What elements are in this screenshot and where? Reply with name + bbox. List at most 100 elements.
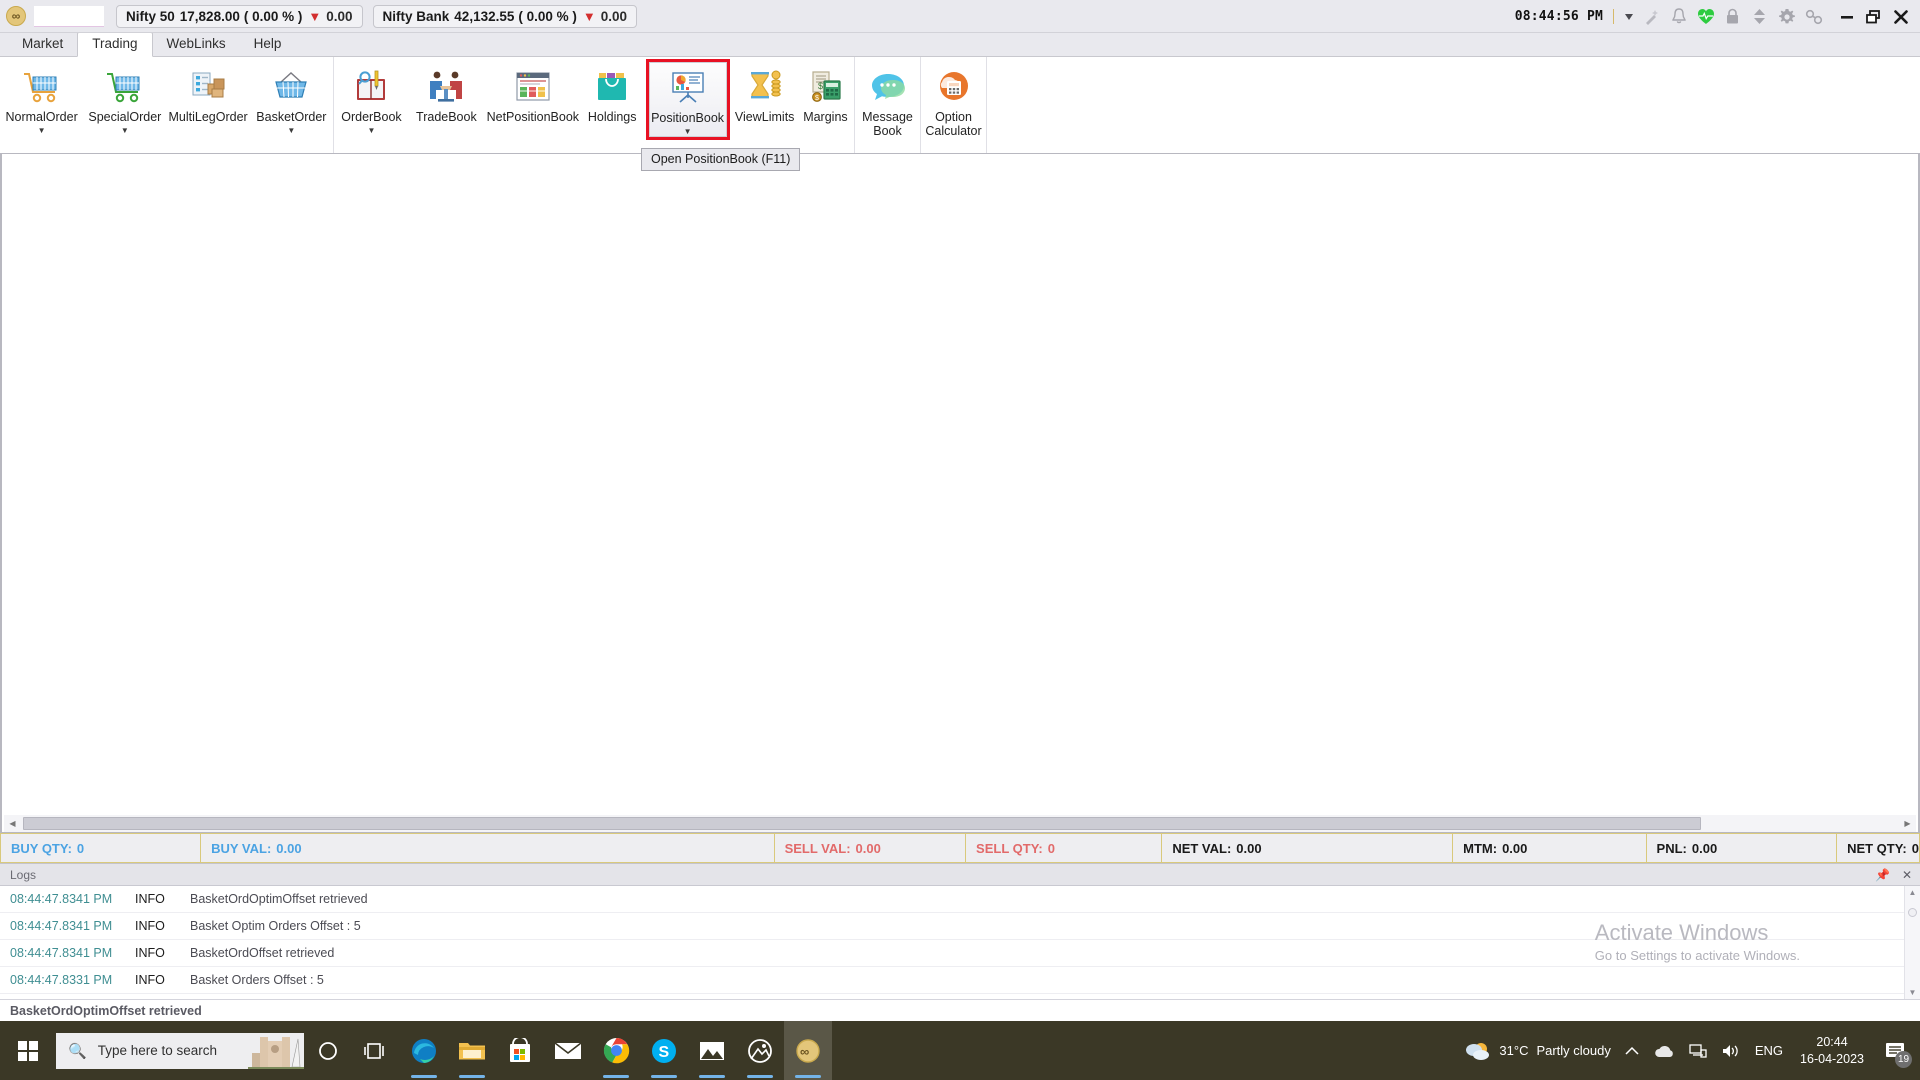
ribbon-button-positionbook[interactable]: PositionBook ▼ — [648, 62, 727, 137]
title-search-input[interactable] — [34, 5, 104, 27]
multileg-icon — [187, 66, 229, 108]
index-change: 0.00 — [326, 8, 353, 24]
taskbar-app-file-explorer[interactable] — [448, 1021, 496, 1080]
ribbon-button-holdings[interactable]: Holdings — [582, 62, 643, 125]
logs-vertical-scrollbar[interactable]: ▲ ▼ — [1904, 886, 1920, 999]
taskbar-app-microsoft-store[interactable] — [496, 1021, 544, 1080]
taskbar-app-task-view[interactable] — [352, 1021, 400, 1080]
updown-arrows-icon[interactable] — [1746, 4, 1773, 30]
windows-start-icon[interactable] — [0, 1021, 56, 1080]
taskbar-app-paint[interactable] — [736, 1021, 784, 1080]
chevron-down-icon[interactable]: ▼ — [368, 126, 376, 135]
system-tray: 31°C Partly cloudy ENG 20:44 16-04-2023 … — [1457, 1021, 1920, 1080]
ribbon-button-basketorder[interactable]: BasketOrder ▼ — [250, 62, 333, 135]
ribbon-button-label: Holdings — [587, 110, 637, 124]
svg-text:∞: ∞ — [800, 1044, 809, 1059]
taskbar-app-chrome[interactable] — [592, 1021, 640, 1080]
logs-list[interactable]: 08:44:47.8341 PM INFO BasketOrdOptimOffs… — [0, 886, 1920, 999]
ribbon-button-margins[interactable]: $ $ Margins — [797, 62, 854, 125]
ribbon-button-label: Message Book — [862, 110, 913, 138]
app-clock: 08:44:56 PM — [1515, 9, 1614, 24]
logs-panel-header: Logs 📌 ✕ — [0, 864, 1920, 886]
running-indicator — [651, 1075, 677, 1078]
taskbar-app-trading-app[interactable]: ∞ — [784, 1021, 832, 1080]
magic-wand-icon[interactable] — [1638, 4, 1665, 30]
log-row[interactable]: 08:44:47.8331 PM INFO Basket Orders Offs… — [0, 967, 1920, 994]
action-center-icon[interactable]: 19 — [1874, 1021, 1916, 1080]
chevron-down-icon[interactable]: ▼ — [121, 126, 129, 135]
chevron-down-icon[interactable] — [1620, 4, 1638, 30]
title-bar: ∞ Nifty 50 17,828.00 ( 0.00 % ) ▼ 0.00 N… — [0, 0, 1920, 33]
taskbar-app-photos[interactable] — [688, 1021, 736, 1080]
log-row[interactable]: 08:44:47.8341 PM INFO BasketOrdOptimOffs… — [0, 886, 1920, 913]
taskbar-app-mail[interactable] — [544, 1021, 592, 1080]
chevron-down-icon[interactable]: ▼ — [38, 126, 46, 135]
bell-icon[interactable] — [1665, 4, 1692, 30]
taskbar-app-cortana[interactable] — [304, 1021, 352, 1080]
log-level: INFO — [135, 892, 165, 906]
volume-icon[interactable] — [1714, 1021, 1748, 1080]
summary-value: 0.00 — [1236, 840, 1262, 856]
scroll-up-icon[interactable]: ▲ — [1909, 888, 1917, 897]
tab-trading[interactable]: Trading — [77, 32, 153, 57]
ribbon-button-normalorder[interactable]: NormalOrder ▼ — [0, 62, 83, 135]
logs-panel-actions: 📌 ✕ — [1875, 864, 1912, 886]
close-icon[interactable]: ✕ — [1902, 868, 1912, 882]
taskbar-clock[interactable]: 20:44 16-04-2023 — [1790, 1021, 1874, 1080]
log-message: BasketOrdOptimOffset retrieved — [190, 892, 368, 906]
gear-icon[interactable] — [1773, 4, 1800, 30]
heartbeat-icon[interactable] — [1692, 4, 1719, 30]
taskbar-app-skype[interactable]: S — [640, 1021, 688, 1080]
log-row[interactable]: 08:44:47.8341 PM INFO BasketOrdOffset re… — [0, 940, 1920, 967]
index-chip-nifty50[interactable]: Nifty 50 17,828.00 ( 0.00 % ) ▼ 0.00 — [116, 4, 363, 28]
chevron-down-icon[interactable]: ▼ — [287, 126, 295, 135]
index-percent: ( 0.00 % ) — [518, 8, 577, 24]
lock-icon[interactable] — [1719, 4, 1746, 30]
log-row[interactable]: 08:44:47.8341 PM INFO Basket Optim Order… — [0, 913, 1920, 940]
index-chip-niftybank[interactable]: Nifty Bank 42,132.55 ( 0.00 % ) ▼ 0.00 — [372, 4, 638, 28]
tab-weblinks[interactable]: WebLinks — [153, 33, 240, 56]
scroll-thumb[interactable] — [23, 817, 1701, 830]
ribbon-button-multilegorder[interactable]: MultiLegOrder — [167, 62, 250, 125]
tab-help[interactable]: Help — [240, 33, 296, 56]
onedrive-cloud-icon[interactable] — [1646, 1021, 1682, 1080]
tab-market[interactable]: Market — [8, 33, 77, 56]
restore-icon[interactable] — [1860, 4, 1887, 30]
minimize-icon[interactable] — [1833, 4, 1860, 30]
taskbar-app-edge[interactable] — [400, 1021, 448, 1080]
tray-chevron-up-icon[interactable] — [1618, 1021, 1646, 1080]
summary-label: NET QTY: — [1847, 840, 1907, 856]
scroll-right-icon[interactable]: ▶ — [1899, 815, 1916, 832]
ribbon-button-messagebook[interactable]: Message Book — [855, 62, 920, 138]
ribbon-button-label: Margins — [803, 110, 848, 124]
close-icon[interactable] — [1887, 4, 1914, 30]
chevron-down-icon[interactable]: ▼ — [684, 127, 692, 136]
log-message: Basket Optim Orders Offset : 5 — [190, 919, 361, 933]
positionbook-icon — [667, 67, 709, 109]
ribbon-button-orderbook[interactable]: OrderBook ▼ — [334, 62, 409, 135]
index-change: 0.00 — [600, 8, 628, 24]
scroll-track[interactable] — [21, 815, 1899, 832]
link-icon[interactable] — [1800, 4, 1827, 30]
logs-title: Logs — [10, 867, 37, 882]
scroll-thumb[interactable] — [1908, 908, 1917, 917]
taskbar-search-input[interactable]: 🔍 Type here to search — [56, 1032, 304, 1069]
weather-widget[interactable]: 31°C Partly cloudy — [1457, 1021, 1617, 1080]
ribbon-button-optioncalculator[interactable]: Option Calculator — [921, 62, 986, 138]
svg-text:S: S — [659, 1044, 670, 1061]
pin-icon[interactable]: 📌 — [1875, 868, 1890, 882]
scroll-down-icon[interactable]: ▼ — [1909, 988, 1917, 997]
ribbon-button-label: TradeBook — [416, 110, 477, 124]
running-indicator — [459, 1075, 485, 1078]
network-icon[interactable] — [1682, 1021, 1714, 1080]
ribbon-button-netpositionbook[interactable]: NetPositionBook — [484, 62, 582, 125]
ribbon-button-specialorder[interactable]: SpecialOrder ▼ — [83, 62, 166, 135]
language-indicator[interactable]: ENG — [1748, 1021, 1790, 1080]
ribbon-button-viewlimits[interactable]: ViewLimits — [733, 62, 797, 125]
running-indicator — [603, 1075, 629, 1078]
ribbon-button-label: BasketOrder — [256, 110, 327, 124]
scroll-left-icon[interactable]: ◀ — [4, 815, 21, 832]
workspace-horizontal-scrollbar[interactable]: ◀ ▶ — [4, 815, 1916, 832]
ribbon-button-tradebook[interactable]: TradeBook — [409, 62, 484, 125]
running-indicator — [699, 1075, 725, 1078]
